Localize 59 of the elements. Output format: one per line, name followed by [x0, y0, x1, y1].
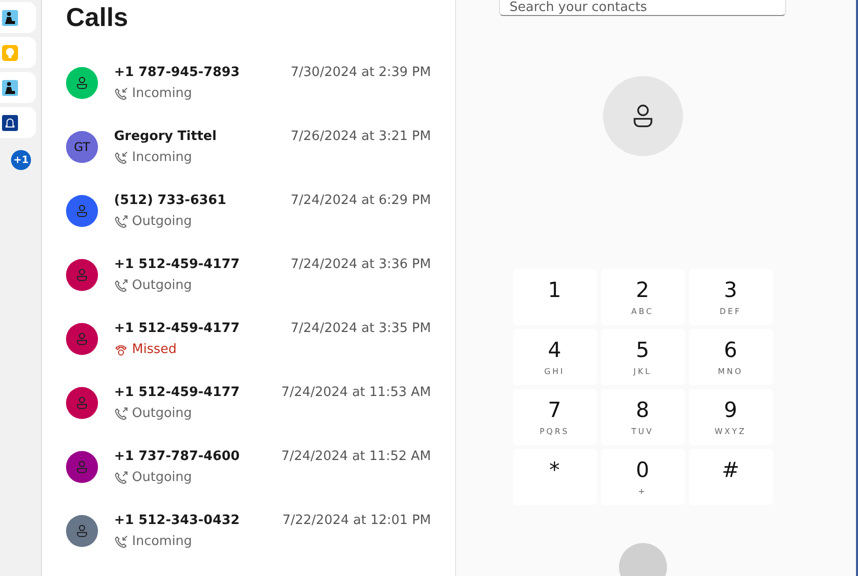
- call-status: Missed: [132, 342, 177, 357]
- caller-name: +1 512-459-4177: [114, 257, 240, 272]
- call-item[interactable]: GT Gregory Tittel 7/26/2024 at 3:21 PM Incoming: [66, 115, 431, 179]
- dial-key[interactable]: 1: [512, 269, 596, 325]
- missed-call-icon: [114, 342, 128, 356]
- incoming-call-icon: [114, 86, 128, 100]
- caller-name: +1 737-787-4600: [114, 449, 240, 464]
- call-time: 7/24/2024 at 6:29 PM: [290, 193, 431, 208]
- call-item[interactable]: (512) 733-6361 7/24/2024 at 6:29 PM Outgoing: [66, 179, 431, 243]
- caller-name: +1 512-459-4177: [114, 385, 240, 400]
- notification-count-badge[interactable]: +1: [11, 150, 31, 170]
- call-time: 7/24/2024 at 11:52 AM: [281, 449, 431, 464]
- call-item[interactable]: +1 512-459-4177 7/24/2024 at 3:36 PM Outgoing: [66, 243, 431, 307]
- call-status: Incoming: [132, 86, 192, 101]
- call-item[interactable]: +1 737-787-4600 7/24/2024 at 11:52 AM Outgoing: [66, 435, 431, 499]
- call-status: Outgoing: [132, 406, 192, 421]
- call-time: 7/24/2024 at 3:35 PM: [290, 321, 431, 336]
- outgoing-call-icon: [114, 214, 128, 228]
- caller-name: +1 512-343-0432: [114, 513, 240, 528]
- call-status: Outgoing: [132, 278, 192, 293]
- call-status: Incoming: [132, 534, 192, 549]
- dial-key[interactable]: 0 +: [600, 449, 684, 505]
- dial-key[interactable]: *: [512, 449, 596, 505]
- dial-key[interactable]: 6 MNO: [688, 329, 772, 385]
- call-item[interactable]: +1 512-343-0432 7/22/2024 at 12:01 PM Incoming: [66, 499, 431, 563]
- call-time: 7/22/2024 at 12:01 PM: [282, 513, 431, 528]
- call-item[interactable]: +1 512-459-4177 7/24/2024 at 3:35 PM Missed: [66, 307, 431, 371]
- dial-key[interactable]: 9 WXYZ: [688, 389, 772, 445]
- call-time: 7/26/2024 at 3:21 PM: [290, 129, 431, 144]
- caller-name: (512) 733-6361: [114, 193, 226, 208]
- bell-app-icon[interactable]: [2, 114, 18, 130]
- call-item[interactable]: +1 787-945-7893 7/30/2024 at 2:39 PM Incoming: [66, 51, 431, 115]
- call-status: Outgoing: [132, 214, 192, 229]
- outgoing-call-icon: [114, 406, 128, 420]
- call-status: Outgoing: [132, 470, 192, 485]
- outgoing-call-icon: [114, 470, 128, 484]
- call-status: Incoming: [132, 150, 192, 165]
- dial-key[interactable]: #: [688, 449, 772, 505]
- caller-name: +1 787-945-7893: [114, 65, 240, 80]
- reader-app-icon[interactable]: [2, 10, 18, 26]
- incoming-call-icon: [114, 150, 128, 164]
- call-item[interactable]: +1 512-459-4177 7/24/2024 at 11:53 AM Outgoing: [66, 371, 431, 435]
- caller-name: +1 512-459-4177: [114, 321, 240, 336]
- outgoing-call-icon: [114, 278, 128, 292]
- call-time: 7/24/2024 at 11:53 AM: [281, 385, 431, 400]
- dial-key[interactable]: 2 ABC: [600, 269, 684, 325]
- caller-name: Gregory Tittel: [114, 129, 217, 144]
- dial-key[interactable]: 5 JKL: [600, 329, 684, 385]
- dial-key[interactable]: 3 DEF: [688, 269, 772, 325]
- reader-app-icon[interactable]: [2, 80, 18, 96]
- dial-key[interactable]: 7 PQRS: [512, 389, 596, 445]
- search-field[interactable]: Search your contacts: [498, 0, 786, 16]
- contact-avatar: GT: [66, 131, 98, 163]
- dial-key[interactable]: 4 GHI: [512, 329, 596, 385]
- dial-key[interactable]: 8 TUV: [600, 389, 684, 445]
- call-time: 7/30/2024 at 2:39 PM: [290, 65, 431, 80]
- incoming-call-icon: [114, 534, 128, 548]
- call-time: 7/24/2024 at 3:36 PM: [290, 257, 431, 272]
- page-title: Calls: [66, 2, 130, 33]
